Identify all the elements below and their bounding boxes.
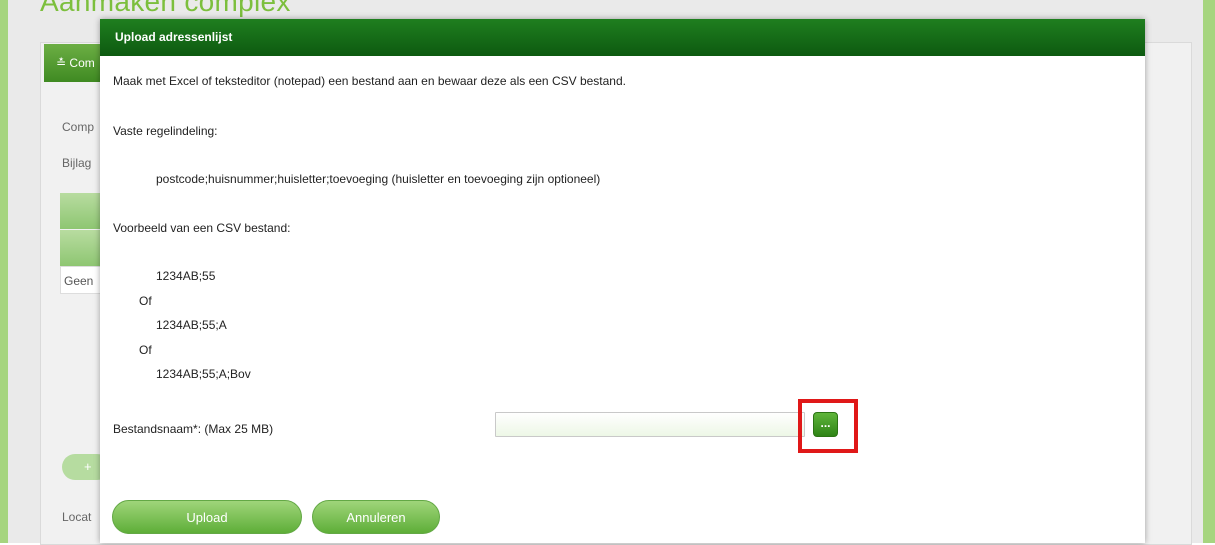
format-heading: Vaste regelindeling: <box>113 124 218 138</box>
file-name-input[interactable] <box>495 412 805 437</box>
or-2: Of <box>139 343 152 357</box>
cancel-button[interactable]: Annuleren <box>312 500 440 534</box>
upload-button[interactable]: Upload <box>112 500 302 534</box>
intro-text: Maak met Excel of teksteditor (notepad) … <box>113 74 626 88</box>
locatie-label: Locat <box>62 510 92 524</box>
comp-label: Comp <box>62 120 95 134</box>
bijlage-label: Bijlag <box>62 156 92 170</box>
page-title: Aanmaken complex <box>40 0 291 17</box>
left-green-border <box>0 0 8 543</box>
panel-header-label: Com <box>69 56 95 70</box>
chevron-down-icon: ≛ <box>56 56 67 70</box>
upload-dialog: Upload adressenlijst Maak met Excel of t… <box>100 19 1145 543</box>
right-green-border <box>1203 0 1215 543</box>
example-2: 1234AB;55;A <box>156 318 227 332</box>
file-label: Bestandsnaam*: (Max 25 MB) <box>113 422 274 436</box>
or-1: Of <box>139 294 152 308</box>
example-3: 1234AB;55;A;Bov <box>156 367 251 381</box>
dialog-title: Upload adressenlijst <box>100 19 1145 56</box>
panel-header[interactable]: ≛ Com <box>44 44 104 82</box>
browse-button[interactable]: ... <box>813 412 838 437</box>
example-1: 1234AB;55 <box>156 269 216 283</box>
example-heading: Voorbeeld van een CSV bestand: <box>113 221 291 235</box>
format-line: postcode;huisnummer;huisletter;toevoegin… <box>156 172 601 186</box>
